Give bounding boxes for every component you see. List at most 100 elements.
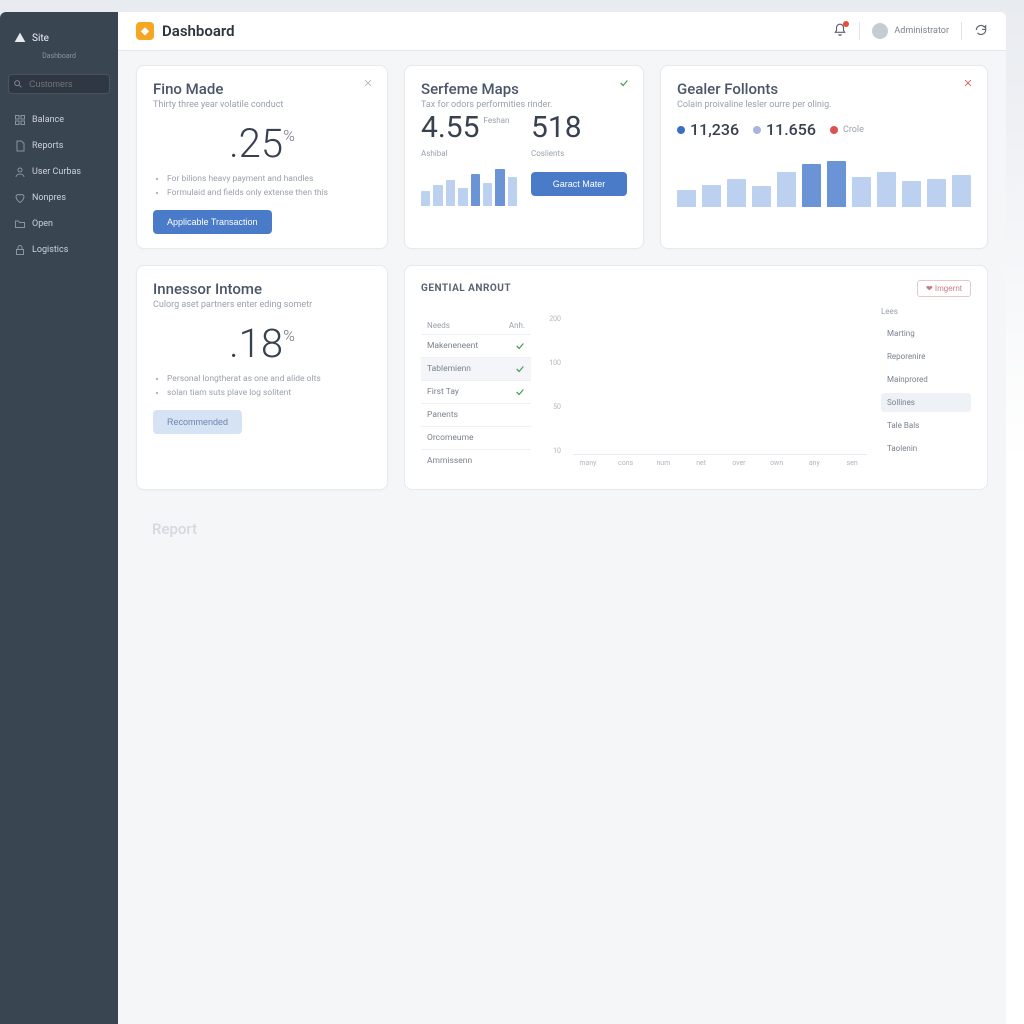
- card-value: .18%: [153, 320, 371, 367]
- brand-name: Site: [32, 33, 49, 44]
- fino-cta-button[interactable]: Applicable Transaction: [153, 210, 272, 234]
- checklist-head-b: Anh.: [509, 321, 525, 330]
- folder-icon: [14, 218, 26, 230]
- brand-logo-icon: [12, 30, 28, 46]
- side-legend-title: Lees: [881, 307, 971, 316]
- card-close-button[interactable]: [361, 76, 375, 90]
- sidebar-item-label: Balance: [32, 115, 64, 125]
- notifications-button[interactable]: [833, 23, 847, 40]
- card-report: Report: [136, 506, 388, 552]
- check-icon: [515, 341, 525, 351]
- legend-item: 11,236: [677, 120, 739, 139]
- y-axis: 200100 5010: [545, 315, 561, 455]
- panel-side-legend: Lees Marting Reporenire Mainprored Solli…: [881, 307, 971, 475]
- refresh-icon: [974, 23, 988, 37]
- divider: [961, 22, 962, 40]
- sidebar-item-user[interactable]: User Curbas: [8, 162, 110, 182]
- sidebar-item-open[interactable]: Open: [8, 214, 110, 234]
- refresh-button[interactable]: [974, 23, 988, 40]
- panel-checklist: Needs Anh. Makeneneent Tablemienn First …: [421, 317, 531, 475]
- user-chip[interactable]: Administrator: [872, 23, 949, 39]
- sidebar-item-label: Nonpres: [32, 193, 66, 203]
- serfeme-right-value: 518: [531, 110, 627, 145]
- legend-item: Crole: [830, 125, 864, 135]
- card-close-button[interactable]: [961, 76, 975, 90]
- checklist-row[interactable]: Panents: [421, 403, 531, 426]
- divider: [859, 22, 860, 40]
- card-subtitle: Culorg aset partners enter eding sometr: [153, 300, 371, 310]
- legend-item[interactable]: Mainprored: [881, 370, 971, 389]
- app-icon: ◆: [136, 22, 154, 40]
- sidebar-item-label: Reports: [32, 141, 63, 151]
- lock-icon: [14, 244, 26, 256]
- card-check-button[interactable]: [617, 76, 631, 90]
- grid-icon: [14, 114, 26, 126]
- search-input[interactable]: [8, 74, 110, 94]
- notification-dot: [843, 21, 849, 27]
- legend-item[interactable]: Marting: [881, 324, 971, 343]
- brand: Site: [8, 28, 110, 48]
- check-icon: [619, 78, 629, 88]
- serfeme-cta-button[interactable]: Garact Mater: [531, 172, 627, 196]
- card-innessor: Innessor Intome Culorg aset partners ent…: [136, 265, 388, 490]
- checklist-head-a: Needs: [427, 321, 450, 330]
- main: ◆ Dashboard Administrator: [118, 12, 1006, 1024]
- card-subtitle: Colain proivaline lesler ourre per olini…: [677, 100, 971, 110]
- x-axis: manycons numnet overown anysen: [573, 459, 867, 467]
- checklist-row[interactable]: Ammissenn: [421, 449, 531, 472]
- checklist-row[interactable]: First Tay: [421, 380, 531, 403]
- card-title: Fino Made: [153, 80, 371, 98]
- checklist-row[interactable]: Makeneneent: [421, 334, 531, 357]
- check-icon: [515, 364, 525, 374]
- sidebar-item-label: Logistics: [32, 245, 68, 255]
- heart-icon: [14, 192, 26, 204]
- check-icon: [515, 387, 525, 397]
- card-serfeme: Serfeme Maps Tax for odors performities …: [404, 65, 644, 249]
- sidebar-search[interactable]: [8, 74, 110, 94]
- legend-item[interactable]: Taolenin: [881, 439, 971, 458]
- legend-item[interactable]: Sollines: [881, 393, 971, 412]
- legend-item: 11.656: [753, 120, 816, 139]
- panel-tag-button[interactable]: ❤ Imgernt: [917, 280, 971, 297]
- sidebar-item-label: User Curbas: [32, 167, 81, 177]
- card-bullets: Personal longtherat as one and alide olt…: [153, 373, 371, 400]
- sidebar-item-logistics[interactable]: Logistics: [8, 240, 110, 260]
- card-title: Serfeme Maps: [421, 80, 627, 98]
- sidebar-item-label: Open: [32, 219, 53, 229]
- serfeme-mini-chart: [421, 162, 517, 206]
- close-icon: [963, 78, 973, 88]
- avatar: [872, 23, 888, 39]
- mini-label: Ashibal: [421, 149, 517, 158]
- card-title: Gealer Follonts: [677, 80, 971, 98]
- card-title: Report: [152, 520, 372, 538]
- card-bullets: For bilions heavy payment and handles Fo…: [153, 173, 371, 200]
- gealer-chart: [677, 151, 971, 207]
- innessor-cta-button[interactable]: Recommended: [153, 410, 242, 434]
- card-value: .25%: [153, 120, 371, 167]
- legend-item[interactable]: Reporenire: [881, 347, 971, 366]
- checklist-row[interactable]: Tablemienn: [421, 357, 531, 380]
- panel-chart: 200100 5010: [545, 315, 867, 475]
- panel-gentral: GENTIAL ANROUT ❤ Imgernt Needs Anh. Make…: [404, 265, 988, 490]
- search-icon: [13, 79, 23, 89]
- panel-title: GENTIAL ANROUT: [421, 283, 511, 294]
- gealer-legend: 11,236 11.656 Crole: [677, 120, 971, 139]
- mini-label: Coslients: [531, 149, 627, 158]
- checklist-row[interactable]: Orcomeume: [421, 426, 531, 449]
- brand-sub: Dashboard: [8, 52, 110, 60]
- card-fino: Fino Made Thirty three year volatile con…: [136, 65, 388, 249]
- file-icon: [14, 140, 26, 152]
- card-gealer: Gealer Follonts Colain proivaline lesler…: [660, 65, 988, 249]
- close-icon: [363, 78, 373, 88]
- serfeme-left-value: 4.55 Feshan: [421, 110, 517, 145]
- content: Fino Made Thirty three year volatile con…: [118, 51, 1006, 566]
- card-subtitle: Thirty three year volatile conduct: [153, 100, 371, 110]
- user-name: Administrator: [894, 26, 949, 36]
- page-title: Dashboard: [162, 22, 235, 40]
- legend-item[interactable]: Tale Bals: [881, 416, 971, 435]
- sidebar: Site Dashboard Balance Reports User Curb…: [0, 12, 118, 1024]
- sidebar-item-reports[interactable]: Reports: [8, 136, 110, 156]
- sidebar-item-balance[interactable]: Balance: [8, 110, 110, 130]
- sidebar-item-nonpres[interactable]: Nonpres: [8, 188, 110, 208]
- user-icon: [14, 166, 26, 178]
